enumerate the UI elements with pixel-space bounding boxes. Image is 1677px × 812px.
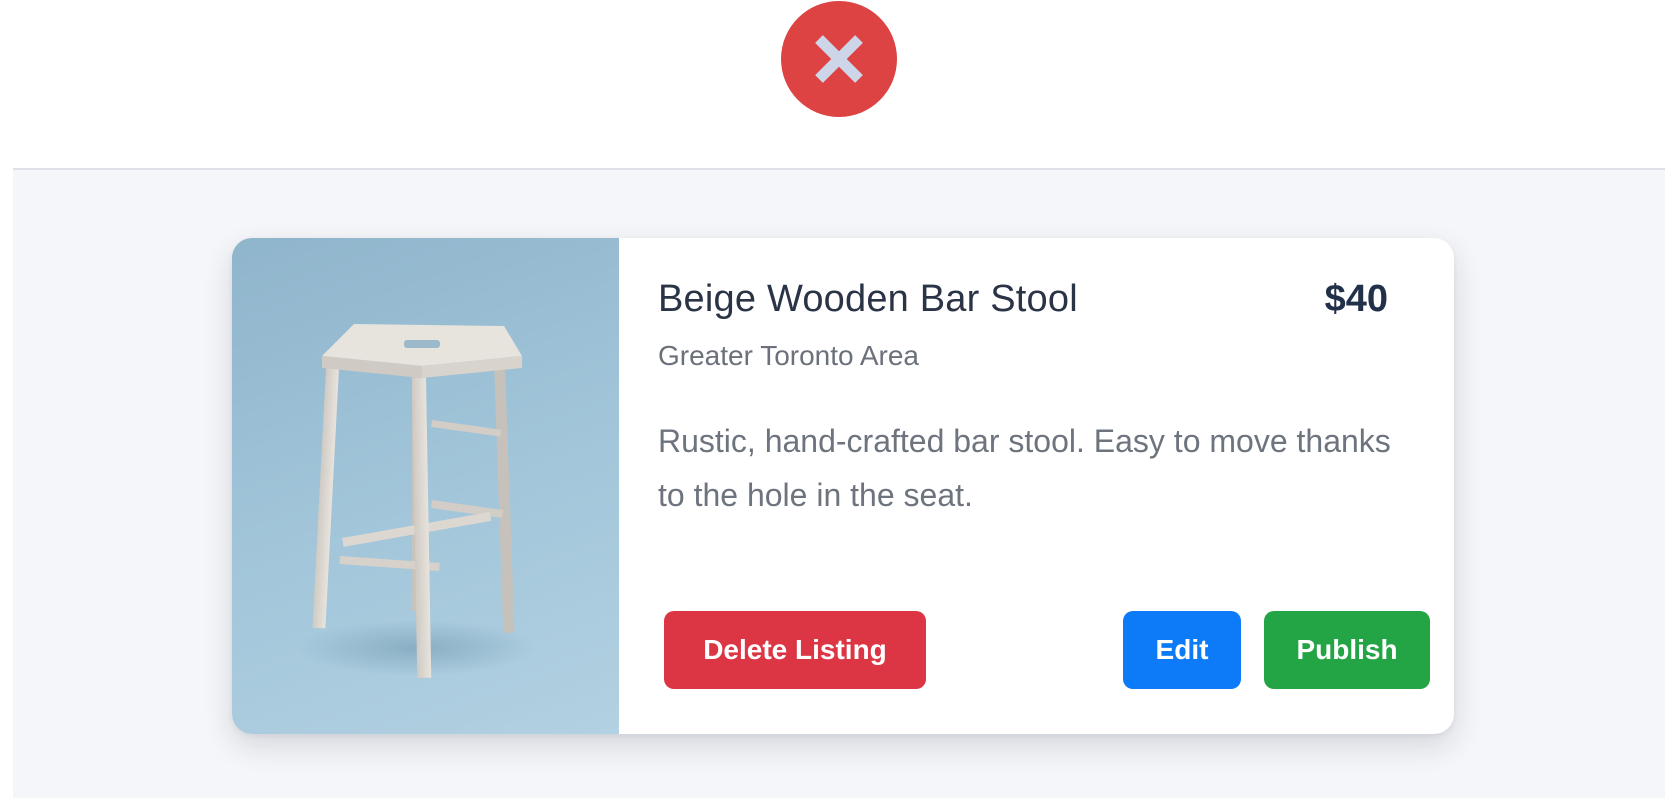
listing-title: Beige Wooden Bar Stool: [658, 278, 1078, 320]
close-icon: [815, 35, 863, 83]
listing-card: Beige Wooden Bar Stool $40 Greater Toron…: [232, 238, 1454, 734]
page: Beige Wooden Bar Stool $40 Greater Toron…: [0, 0, 1677, 812]
close-button[interactable]: [781, 1, 897, 117]
listing-details: Beige Wooden Bar Stool $40 Greater Toron…: [658, 238, 1454, 734]
delete-listing-button[interactable]: Delete Listing: [664, 611, 926, 689]
edit-button[interactable]: Edit: [1123, 611, 1241, 689]
listing-location: Greater Toronto Area: [658, 340, 919, 371]
listing-preview-area: Beige Wooden Bar Stool $40 Greater Toron…: [13, 168, 1665, 798]
listing-image: [232, 238, 619, 734]
publish-button[interactable]: Publish: [1264, 611, 1430, 689]
listing-price: $40: [1324, 278, 1388, 320]
listing-description: Rustic, hand-crafted bar stool. Easy to …: [658, 423, 1391, 513]
